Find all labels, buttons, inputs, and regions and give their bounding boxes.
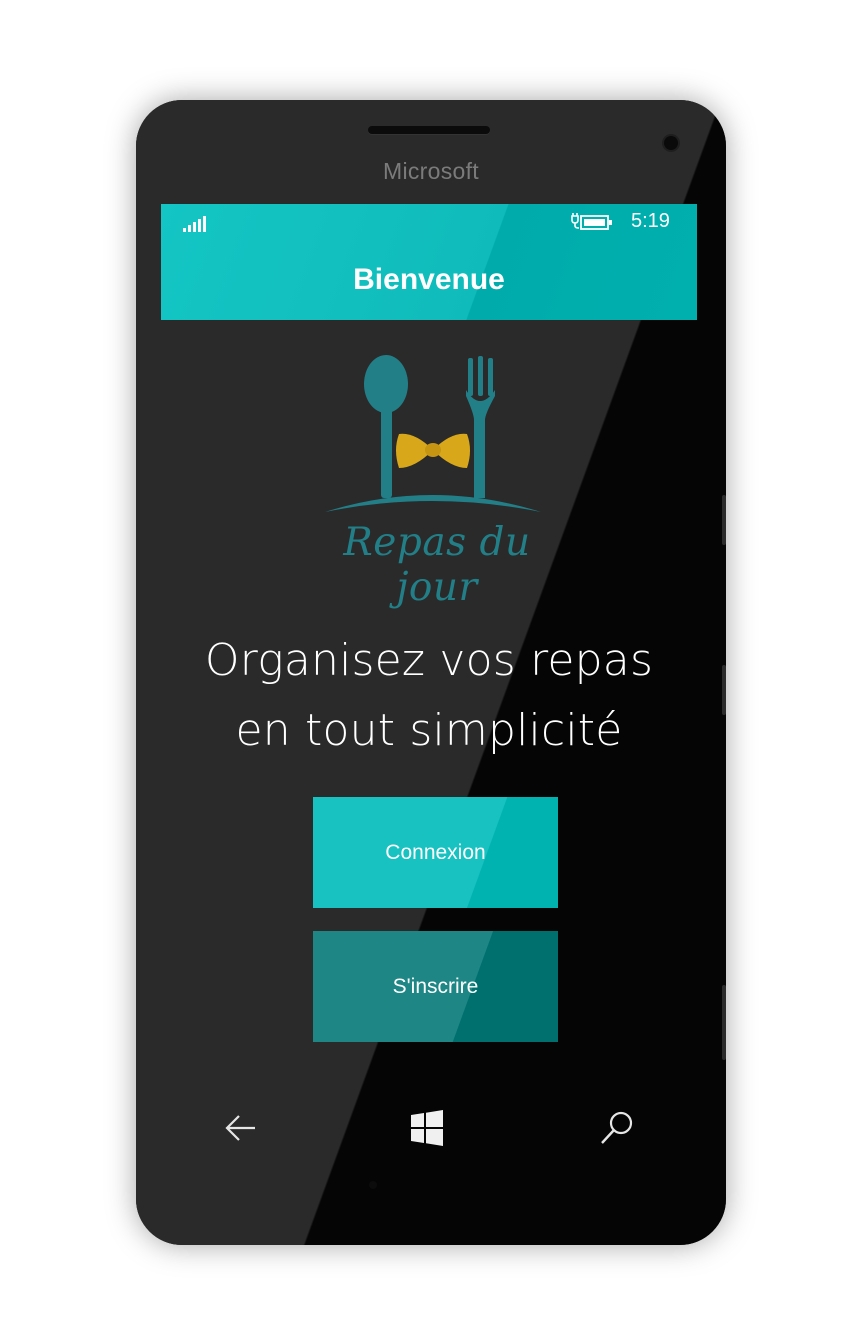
front-camera: [664, 136, 678, 150]
back-arrow-icon[interactable]: [221, 1108, 261, 1148]
earpiece-speaker: [368, 126, 490, 134]
windows-logo-icon[interactable]: [409, 1110, 445, 1146]
login-button[interactable]: Connexion: [313, 797, 558, 908]
app-header: 5:19 Bienvenue: [161, 204, 697, 320]
signal-bars-icon: [183, 214, 209, 232]
tagline-line-2: en tout simplicité: [235, 705, 623, 756]
power-button: [722, 665, 726, 715]
volume-button: [722, 495, 726, 545]
search-icon[interactable]: [597, 1108, 637, 1148]
navigation-bar: [161, 1100, 697, 1160]
logo-text: Repas du jour: [343, 520, 531, 610]
app-screen: 5:19 Bienvenue Repas du jour Organisez v…: [161, 204, 697, 1084]
tagline-line-1: Organisez vos repas: [204, 635, 654, 686]
camera-button: [722, 985, 726, 1060]
home-indicator-dot: [369, 1181, 377, 1189]
tagline: Organisez vos repas en tout simplicité: [161, 626, 697, 766]
signup-button-label: S'inscrire: [392, 974, 479, 998]
page-title: Bienvenue: [353, 263, 505, 296]
login-button-label: Connexion: [385, 840, 486, 864]
battery-charging-icon: [571, 213, 612, 230]
device-stage: Microsoft 5:19 Bienvenue Repas du jour O…: [0, 0, 859, 1340]
status-time: 5:19: [631, 210, 670, 232]
device-brand: Microsoft: [383, 158, 479, 184]
signup-button[interactable]: S'inscrire: [313, 931, 558, 1042]
